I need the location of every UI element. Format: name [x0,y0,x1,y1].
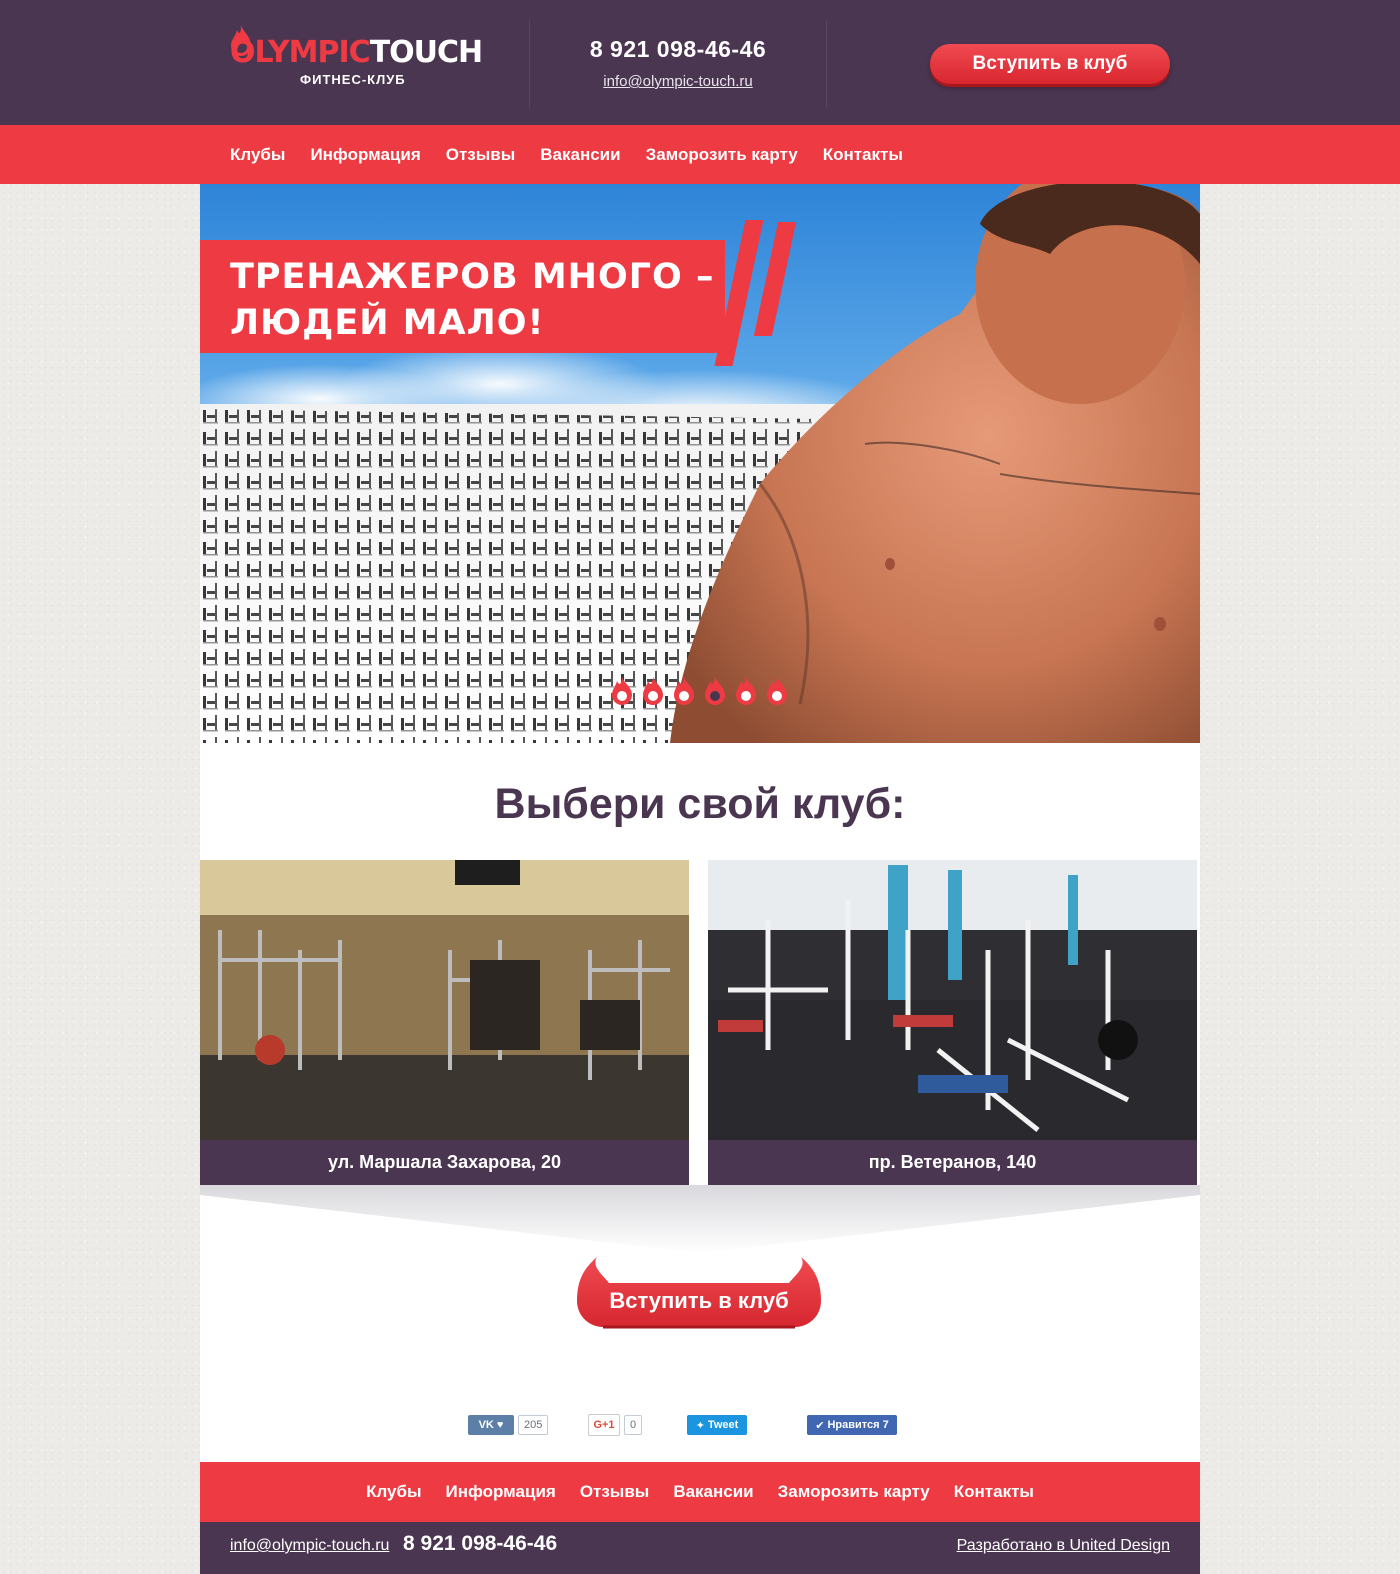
footer-bottom: info@olympic-touch.ru 8 921 098-46-46 Ра… [200,1522,1200,1574]
section-fold [200,1185,1200,1253]
footer-nav-item-clubs[interactable]: Клубы [366,1482,421,1502]
club-card-zakharova[interactable]: ул. Маршала Захарова, 20 [200,860,689,1185]
slider-dot-icon[interactable] [641,676,666,706]
footer-email-link[interactable]: info@olympic-touch.ru [230,1537,389,1555]
footer-nav-item-info[interactable]: Информация [446,1482,556,1502]
slider-dot-icon[interactable] [672,676,697,706]
join-club-button[interactable]: Вступить в клуб [930,44,1170,84]
gplus-icon: G+1 [588,1414,620,1436]
hero-slogan: ТРЕНАЖЕРОВ МНОГО – ЛЮДЕЙ МАЛО! [230,254,714,346]
vk-count: 205 [518,1415,549,1435]
main-content: ТРЕНАЖЕРОВ МНОГО – ЛЮДЕЙ МАЛО! Выбери св… [200,184,1200,1462]
join-club-main-label: Вступить в клуб [609,1288,789,1313]
nav-item-info[interactable]: Информация [310,145,420,165]
tweet-label: Tweet [707,1419,739,1431]
logo-olympic: OLYMPIC [230,35,371,70]
slider-pagination [610,676,790,706]
fb-like-label: Нравится 7 [827,1419,889,1431]
twitter-icon: ✦ Tweet [687,1415,747,1435]
clubs-title: Выбери свой клуб: [494,780,906,828]
main-nav: Клубы Информация Отзывы Вакансии Замороз… [0,125,1400,184]
gplus-button[interactable]: G+1 0 [588,1414,643,1436]
nav-item-vacancies[interactable]: Вакансии [540,145,620,165]
slider-dot-active-icon[interactable] [703,676,728,706]
nav-item-reviews[interactable]: Отзывы [446,145,516,165]
developer-link[interactable]: Разработано в United Design [957,1537,1170,1555]
logo[interactable]: OLYMPICTOUCH ФИТНЕС-КЛУБ [230,25,483,88]
facebook-like-icon: ✔ Нравится 7 [807,1415,897,1435]
slogan-line-2: ЛЮДЕЙ МАЛО! [230,303,545,343]
nav-item-contacts[interactable]: Контакты [823,145,903,165]
slogan-line-1: ТРЕНАЖЕРОВ МНОГО – [230,257,715,297]
nav-item-freeze-card[interactable]: Заморозить карту [646,145,798,165]
slider-dot-icon[interactable] [610,676,635,706]
logo-touch: TOUCH [369,35,483,70]
site-header: OLYMPICTOUCH ФИТНЕС-КЛУБ 8 921 098-46-46… [0,0,1400,125]
check-icon: ✔ [815,1419,825,1432]
slider-dot-icon[interactable] [765,676,790,706]
footer-phone[interactable]: 8 921 098-46-46 [403,1532,557,1556]
club-card-veteranov[interactable]: пр. Ветеранов, 140 [708,860,1197,1185]
slogan-banner: ТРЕНАЖЕРОВ МНОГО – ЛЮДЕЙ МАЛО! [200,240,725,353]
vk-like-button[interactable]: VK ♥ 205 [468,1414,549,1436]
footer-nav-item-freeze-card[interactable]: Заморозить карту [778,1482,930,1502]
club-photo [200,860,689,1140]
slider-dot-icon[interactable] [734,676,759,706]
header-phone[interactable]: 8 921 098-46-46 [530,36,826,63]
tweet-button[interactable]: ✦ Tweet [687,1414,747,1436]
join-club-main-button[interactable]: Вступить в клуб [575,1257,823,1329]
footer-nav-item-contacts[interactable]: Контакты [954,1482,1034,1502]
header-contacts: 8 921 098-46-46 info@olympic-touch.ru [530,36,826,91]
bird-icon: ✦ [695,1419,705,1432]
footer-nav-item-vacancies[interactable]: Вакансии [673,1482,753,1502]
gplus-count: 0 [624,1415,643,1435]
hero-slider[interactable]: ТРЕНАЖЕРОВ МНОГО – ЛЮДЕЙ МАЛО! [200,184,1200,743]
footer-nav: Клубы Информация Отзывы Вакансии Замороз… [200,1462,1200,1522]
fb-like-button[interactable]: ✔ Нравится 7 [807,1414,897,1436]
footer-nav-item-reviews[interactable]: Отзывы [580,1482,650,1502]
logo-text: OLYMPICTOUCH [230,35,483,70]
vk-icon: VK ♥ [468,1415,514,1435]
header-divider [826,20,827,108]
header-email-link[interactable]: info@olympic-touch.ru [603,73,752,90]
club-address: ул. Маршала Захарова, 20 [200,1140,689,1185]
club-photo [708,860,1197,1140]
nav-item-clubs[interactable]: Клубы [230,145,285,165]
logo-subtitle: ФИТНЕС-КЛУБ [300,72,406,87]
club-address: пр. Ветеранов, 140 [708,1140,1197,1185]
